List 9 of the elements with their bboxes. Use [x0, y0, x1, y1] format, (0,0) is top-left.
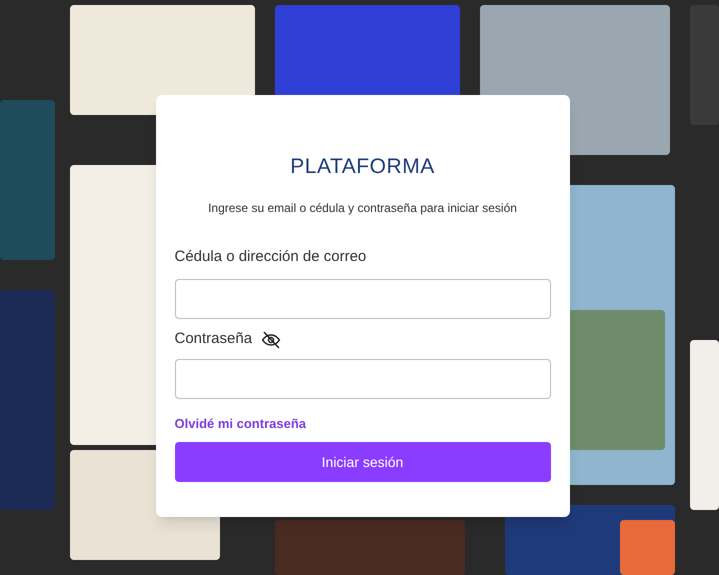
eye-off-icon[interactable]	[260, 330, 282, 350]
field-label: Cédula o dirección de correo	[174, 247, 366, 268]
input-field[interactable]	[174, 278, 550, 318]
subtitle: Ingrese su email o cédula y contraseña para iniciar sesión	[207, 200, 518, 216]
input-field[interactable]	[174, 358, 550, 398]
login-button[interactable]: Iniciar sesión	[174, 442, 550, 482]
forgot-password-link[interactable]: Olvidé mi contraseña	[174, 414, 306, 433]
field-label: Contraseña	[174, 329, 252, 350]
title: PLATAFORMA	[289, 154, 436, 180]
